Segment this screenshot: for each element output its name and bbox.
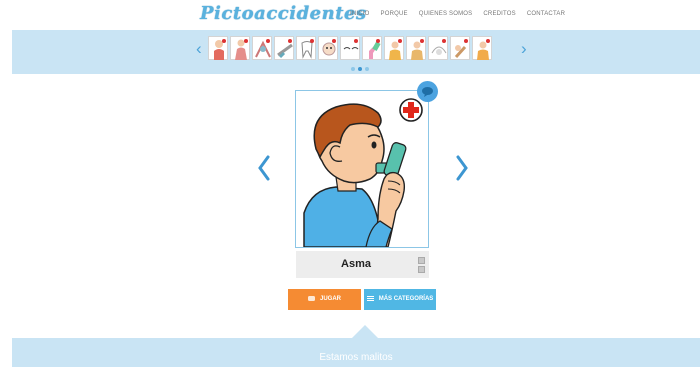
speech-bubble-icon[interactable] [417, 81, 438, 102]
pictogram-card [295, 90, 429, 248]
thumbnail[interactable] [384, 36, 404, 60]
thumbnail[interactable] [296, 36, 316, 60]
thumbnail[interactable] [472, 36, 492, 60]
thumbnail[interactable] [252, 36, 272, 60]
boy-inhaler-illustration [303, 98, 423, 248]
footer-notch [352, 325, 378, 338]
footer-title: Estamos malitos [319, 352, 393, 363]
thumbnail[interactable] [318, 36, 338, 60]
more-categories-button[interactable]: MÁS CATEGORÍAS [364, 289, 436, 310]
thumbnail[interactable] [230, 36, 250, 60]
pictogram-label-box: Asma [296, 251, 429, 278]
thumbnail[interactable] [274, 36, 294, 60]
gamepad-icon [307, 295, 315, 301]
thumbnail[interactable] [362, 36, 382, 60]
site-logo[interactable]: Pictoaccidentes [200, 3, 367, 24]
main-nav: INICIO PORQUE QUIENES SOMOS CREDITOS CON… [350, 11, 565, 17]
red-cross-icon [399, 98, 423, 122]
grid-icon[interactable] [418, 266, 425, 273]
carousel-page-dots [351, 67, 369, 71]
thumbnail[interactable] [208, 36, 228, 60]
page-dot[interactable] [351, 67, 355, 71]
thumbnail[interactable] [450, 36, 470, 60]
strip-next-arrow[interactable]: › [521, 40, 527, 57]
play-button-label: JUGAR [319, 296, 341, 302]
nav-item-porque[interactable]: PORQUE [381, 11, 408, 17]
strip-prev-arrow[interactable]: ‹ [196, 40, 202, 57]
chevron-left-icon[interactable] [257, 155, 271, 181]
list-icon [366, 295, 374, 301]
zoom-in-icon[interactable] [418, 257, 425, 264]
nav-item-inicio[interactable]: INICIO [350, 11, 370, 17]
pictogram-title: Asma [341, 258, 371, 270]
play-button[interactable]: JUGAR [288, 289, 361, 310]
nav-item-creditos[interactable]: CREDITOS [483, 11, 516, 17]
page-dot-active[interactable] [358, 67, 362, 71]
thumbnail[interactable] [406, 36, 426, 60]
thumbnail[interactable] [340, 36, 360, 60]
nav-item-quienes-somos[interactable]: QUIENES SOMOS [419, 11, 473, 17]
chevron-right-icon[interactable] [455, 155, 469, 181]
thumbnail[interactable] [428, 36, 448, 60]
nav-item-contactar[interactable]: CONTACTAR [527, 11, 565, 17]
header: Pictoaccidentes INICIO PORQUE QUIENES SO… [0, 0, 700, 30]
thumbnail-strip [208, 36, 492, 60]
more-categories-label: MÁS CATEGORÍAS [378, 296, 434, 302]
page-dot[interactable] [365, 67, 369, 71]
